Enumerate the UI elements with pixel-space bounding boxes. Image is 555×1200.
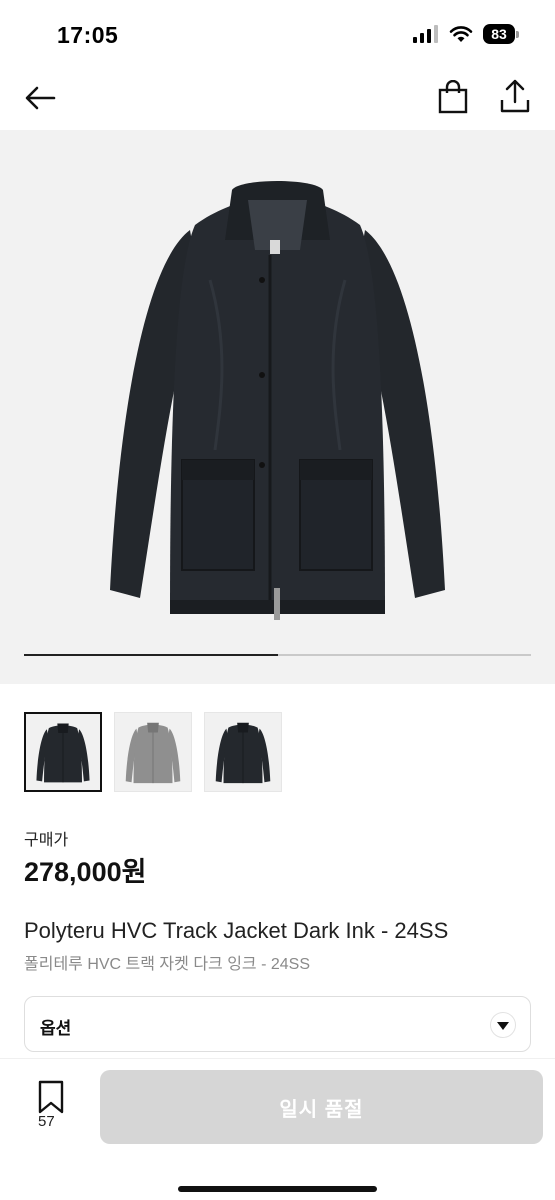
thumbnail-strip [24,712,282,792]
product-subtitle: 폴리테루 HVC 트랙 자켓 다크 잉크 - 24SS [24,956,311,973]
carousel-progress-track [24,654,531,656]
bottom-action-bar: 57 일시 품절 [0,1058,555,1200]
thumbnail-jacket-image [125,722,181,784]
home-indicator [178,1186,377,1192]
option-label: 옵션 [40,1019,72,1038]
wifi-icon [449,26,473,42]
bookmark-icon[interactable] [36,1079,66,1115]
caret-down-icon [490,1012,516,1038]
nav-bar [0,70,555,130]
product-image-carousel[interactable] [0,130,555,684]
thumbnail-jacket-image [215,722,271,784]
product-jacket-image [110,181,445,620]
battery-level: 83 [483,24,515,44]
carousel-progress-fill [24,654,278,656]
battery-icon: 83 [483,24,519,44]
thumbnail-3[interactable] [204,712,282,792]
status-bar: 17:05 83 [0,0,555,70]
product-title: Polyteru HVC Track Jacket Dark Ink - 24S… [24,918,449,943]
thumbnail-2[interactable] [114,712,192,792]
thumbnail-jacket-image [36,723,90,783]
option-select[interactable]: 옵션 [24,996,531,1052]
signal-icon [413,25,438,43]
status-time: 17:05 [57,22,119,48]
price: 278,000원 [24,857,147,887]
share-icon[interactable] [499,78,531,114]
thumbnail-1[interactable] [24,712,102,792]
status-icons: 83 [413,24,519,44]
sold-out-button[interactable]: 일시 품절 [100,1070,543,1144]
bookmark-count: 57 [38,1113,55,1130]
price-label: 구매가 [24,832,69,849]
shopping-bag-icon[interactable] [437,80,469,114]
arrow-left-icon[interactable] [22,80,58,116]
